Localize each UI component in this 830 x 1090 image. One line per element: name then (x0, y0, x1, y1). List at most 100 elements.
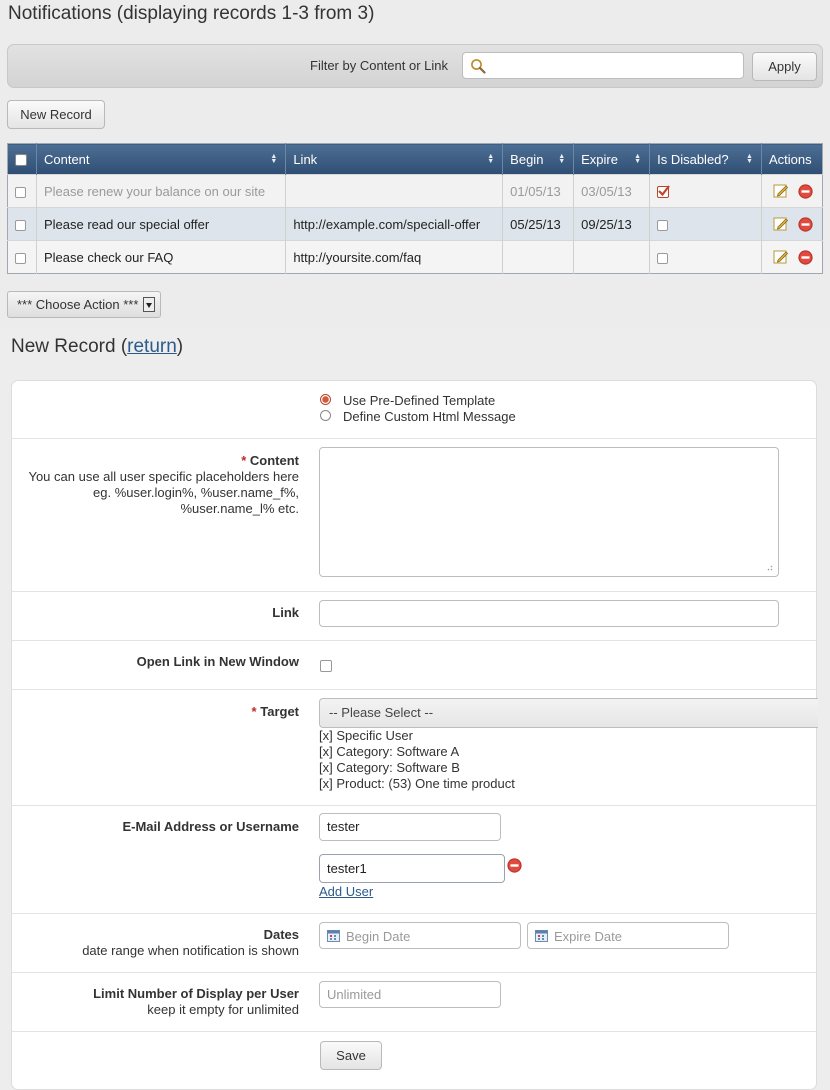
remove-target-button[interactable]: [x] (319, 728, 333, 743)
new-record-form: Use Pre-Defined Template Define Custom H… (11, 380, 818, 1090)
new-record-button[interactable]: New Record (7, 100, 105, 129)
limit-input[interactable]: Unlimited (319, 981, 501, 1008)
resize-handle-icon[interactable] (765, 563, 773, 571)
content-cell: Please renew your balance on our site (36, 174, 287, 208)
calendar-icon (535, 930, 548, 942)
begin-cell: 01/05/13 (502, 174, 575, 208)
remove-target-button[interactable]: [x] (319, 760, 333, 775)
column-header-content[interactable]: Content ▲ ▼ (36, 143, 287, 175)
template-radio-custom[interactable] (320, 410, 331, 421)
email-input[interactable]: tester (319, 813, 501, 841)
delete-icon[interactable] (797, 250, 813, 265)
dates-hint: date range when notification is shown (82, 943, 299, 958)
open-new-window-row: Open Link in New Window (12, 641, 816, 690)
row-select-cell (7, 174, 37, 208)
disabled-checkbox-checked[interactable] (657, 185, 670, 199)
template-radio-predefined[interactable] (320, 394, 331, 405)
table-row: Please check our FAQ http://yoursite.com… (7, 240, 823, 274)
page-title: Notifications (displaying records 1-3 fr… (8, 3, 375, 24)
disabled-checkbox[interactable] (657, 219, 669, 231)
limit-row: Limit Number of Display per User keep it … (12, 973, 816, 1032)
row-checkbox[interactable] (15, 186, 26, 198)
link-input[interactable] (319, 600, 779, 627)
add-user-link[interactable]: Add User (319, 884, 373, 899)
open-new-window-label: Open Link in New Window (136, 654, 299, 669)
open-new-window-checkbox[interactable] (320, 660, 332, 672)
choose-action-select[interactable]: *** Choose Action *** (7, 291, 161, 318)
target-item: [x] Product: (53) One time product (319, 776, 515, 791)
checkmark-icon (658, 185, 670, 197)
target-row: * Target -- Please Select -- [x] Specifi… (12, 690, 818, 806)
required-marker: * (251, 704, 257, 719)
actions-cell (761, 240, 823, 274)
column-header-expire[interactable]: Expire ▲ ▼ (573, 143, 651, 175)
begin-date-placeholder: Begin Date (346, 929, 411, 944)
table-row: Please read our special offer http://exa… (7, 207, 823, 241)
remove-user-icon[interactable] (507, 858, 522, 873)
filter-input[interactable] (489, 56, 739, 76)
link-cell (285, 174, 504, 208)
disabled-cell (649, 207, 762, 241)
remove-target-button[interactable]: [x] (319, 776, 333, 791)
column-header-begin[interactable]: Begin ▲ ▼ (502, 143, 575, 175)
search-icon (471, 59, 486, 74)
disabled-checkbox[interactable] (657, 252, 669, 264)
delete-icon[interactable] (797, 217, 813, 232)
sort-icon: ▲ ▼ (487, 153, 495, 165)
required-marker: * (241, 453, 247, 468)
filter-input-wrap (462, 52, 744, 79)
content-label: * Content You can use all user specific … (28, 453, 299, 516)
delete-icon[interactable] (797, 184, 813, 199)
row-select-cell (7, 240, 37, 274)
remove-target-button[interactable]: [x] (319, 744, 333, 759)
disabled-cell (649, 240, 762, 274)
notifications-panel: Notifications (displaying records 1-3 fr… (0, 0, 830, 327)
calendar-icon (327, 930, 340, 942)
template-option-label: Use Pre-Defined Template (343, 393, 496, 408)
dropdown-arrow-icon (143, 297, 155, 312)
limit-label: Limit Number of Display per User keep it … (93, 986, 299, 1017)
target-select[interactable]: -- Please Select -- (319, 698, 818, 728)
sort-icon: ▲ ▼ (270, 153, 278, 165)
column-header-actions: Actions (761, 143, 823, 175)
row-checkbox[interactable] (15, 219, 26, 231)
sort-icon: ▲ ▼ (634, 153, 642, 165)
form-title: New Record (return) (11, 336, 184, 357)
begin-cell (502, 240, 575, 274)
email-input[interactable]: tester1 (319, 854, 505, 883)
target-label: * Target (251, 704, 299, 719)
select-all-checkbox[interactable] (15, 154, 27, 167)
content-row: * Content You can use all user specific … (12, 439, 816, 592)
link-row: Link (12, 592, 816, 641)
expire-date-placeholder: Expire Date (554, 929, 622, 944)
apply-button[interactable]: Apply (752, 52, 817, 81)
edit-icon[interactable] (773, 249, 789, 265)
template-option-label: Define Custom Html Message (343, 409, 516, 424)
edit-icon[interactable] (773, 183, 789, 199)
dates-label: Dates date range when notification is sho… (82, 927, 299, 958)
return-link[interactable]: return (127, 336, 177, 357)
actions-cell (761, 207, 823, 241)
expire-date-input[interactable]: Expire Date (527, 922, 729, 949)
table-header-row: Content ▲ ▼ Link ▲ ▼ Begin ▲ ▼ Expire ▲ ▼ Is Dis… (7, 143, 823, 175)
column-header-link[interactable]: Link ▲ ▼ (285, 143, 504, 175)
filter-bar: Filter by Content or Link Apply (7, 44, 823, 88)
save-button[interactable]: Save (320, 1041, 382, 1070)
target-item: [x] Category: Software B (319, 760, 460, 775)
begin-date-input[interactable]: Begin Date (319, 922, 521, 949)
link-cell: http://example.com/speciall-offer (285, 207, 504, 241)
notifications-table: Content ▲ ▼ Link ▲ ▼ Begin ▲ ▼ Expire ▲ ▼ Is Dis… (7, 143, 823, 274)
content-cell: Please read our special offer (36, 207, 287, 241)
edit-icon[interactable] (773, 216, 789, 232)
content-textarea[interactable] (319, 447, 779, 577)
row-select-cell (7, 207, 37, 241)
email-row: E-Mail Address or Username tester tester… (12, 806, 816, 914)
expire-cell: 09/25/13 (573, 207, 651, 241)
expire-cell (573, 240, 651, 274)
sort-icon: ▲ ▼ (558, 153, 566, 165)
row-checkbox[interactable] (15, 252, 26, 264)
email-label: E-Mail Address or Username (122, 819, 299, 834)
content-cell: Please check our FAQ (36, 240, 287, 274)
limit-placeholder: Unlimited (327, 987, 382, 1002)
column-header-is-disabled[interactable]: Is Disabled? ▲ ▼ (649, 143, 762, 175)
